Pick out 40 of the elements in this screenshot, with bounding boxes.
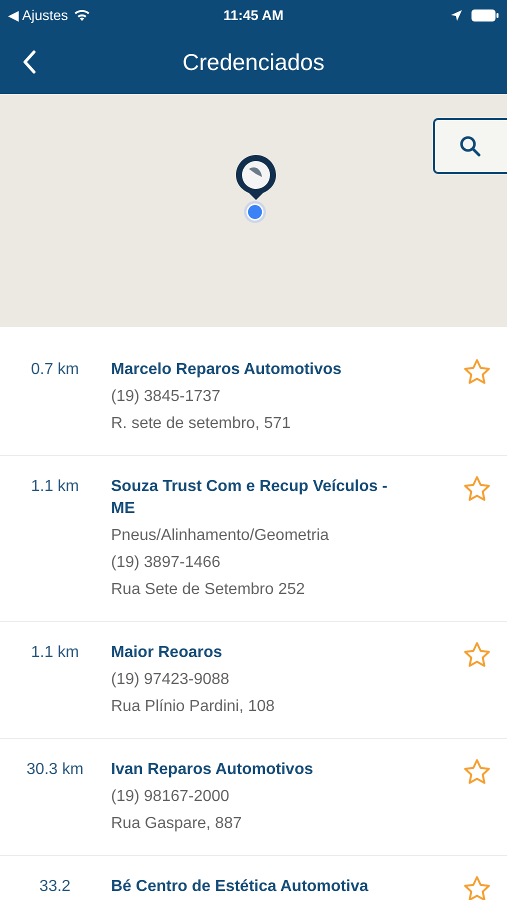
back-chevron-icon: [22, 50, 36, 74]
battery-icon: [471, 8, 499, 22]
status-time: 11:45 AM: [222, 6, 285, 24]
place-name: Ivan Reparos Automotivos: [111, 760, 314, 780]
search-button[interactable]: [433, 118, 507, 174]
screen-title: Credenciados: [182, 48, 324, 77]
search-icon: [459, 135, 481, 157]
place-row[interactable]: 1.1 km Maior Reoaros (19) 97423-9088 Rua Plínio Pardini, 108: [0, 622, 507, 739]
location-arrow-icon: [450, 8, 463, 22]
star-icon[interactable]: [462, 640, 492, 670]
back-to-settings-link[interactable]: ◀ Ajustes: [8, 4, 68, 26]
place-name: Bé Centro de Estética Automotiva: [111, 877, 370, 897]
distance: 30.3 km: [26, 760, 84, 780]
distance: 1.1 km: [30, 477, 80, 497]
place-detail: Rua Plínio Pardini, 108: [111, 697, 276, 717]
place-detail: (19) 98167-2000: [111, 787, 230, 807]
place-detail: Rua Sete de Setembro 252: [111, 580, 306, 600]
place-detail: Rua Gaspare, 887: [111, 814, 243, 834]
place-detail: (19) 3897-1466: [111, 553, 222, 573]
place-row[interactable]: 1.1 km Souza Trust Com e Recup Veículos - ME Pneus/Alinhamento/Geometria (19) 3897-1466 Rua Sete de Setembro 252: [0, 456, 507, 622]
star-icon[interactable]: [462, 474, 492, 504]
star-icon[interactable]: [462, 757, 492, 787]
place-name: Souza Trust Com e Recup Veículos - ME: [111, 477, 389, 519]
place-name: Marcelo Reparos Automotivos: [111, 360, 343, 380]
distance: 0.7 km: [30, 360, 80, 380]
map-pin-icon[interactable]: [235, 153, 277, 201]
place-detail: (19) 97423-9088: [111, 670, 230, 690]
star-icon[interactable]: [462, 874, 492, 900]
distance: 33.2: [38, 877, 72, 897]
location-dot-icon: [244, 201, 266, 223]
place-row[interactable]: 0.7 km Marcelo Reparos Automotivos (19) 3845-1737 R. sete de setembro, 571: [0, 339, 507, 456]
star-icon[interactable]: [462, 357, 492, 387]
place-detail: Pneus/Alinhamento/Geometria: [111, 526, 330, 546]
place-row[interactable]: 30.3 km Ivan Reparos Automotivos (19) 98167-2000 Rua Gaspare, 887: [0, 739, 507, 856]
place-row[interactable]: 33.2 Bé Centro de Estética Automotiva: [0, 856, 507, 900]
place-detail: (19) 3845-1737: [111, 387, 222, 407]
wifi-icon: [73, 8, 92, 22]
distance: 1.1 km: [30, 643, 80, 663]
place-detail: R. sete de setembro, 571: [111, 414, 292, 434]
place-name: Maior Reoaros: [111, 643, 224, 663]
